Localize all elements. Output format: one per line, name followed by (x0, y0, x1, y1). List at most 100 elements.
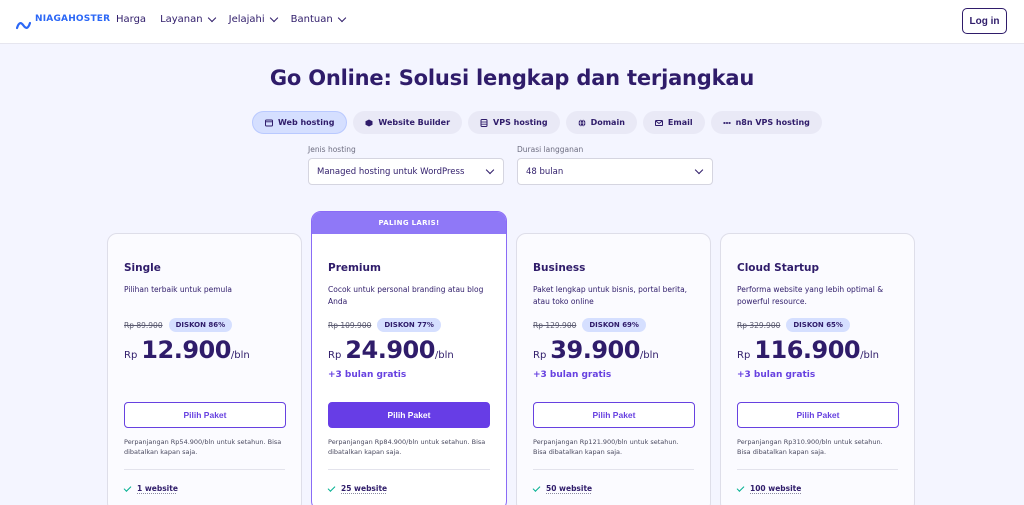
renewal-note: Perpanjangan Rp310.900/bln untuk setahun… (737, 438, 883, 456)
nav-label: Bantuan (290, 14, 333, 25)
bonus-text: +3 bulan gratis (328, 370, 407, 380)
bonus-text: +3 bulan gratis (737, 370, 816, 380)
original-price: Rp 129.900 (533, 320, 577, 330)
nav-jelajahi[interactable]: Jelajahi (228, 13, 278, 25)
feature-item: 50 website (532, 483, 694, 493)
divider (124, 469, 285, 470)
hosting-type-select[interactable]: Managed hosting untuk WordPress (308, 158, 504, 185)
hosting-type-label: Jenis hosting (308, 145, 356, 154)
tab-email[interactable]: Email (642, 111, 705, 134)
original-price-row: Rp 129.900 DISKON 69% (533, 318, 694, 332)
plan-name: Business (533, 262, 586, 274)
original-price: Rp 329.900 (737, 320, 781, 330)
logo-wave-icon (15, 15, 32, 29)
feature-text[interactable]: 1 website (137, 484, 178, 493)
price-period: /bln (639, 350, 659, 361)
feature-item: 100 website (736, 483, 898, 493)
nav-harga[interactable]: Harga (116, 14, 146, 25)
original-price-row: Rp 109.900 DISKON 77% (328, 318, 490, 332)
check-icon (123, 483, 132, 492)
tab-domain[interactable]: Domain (565, 111, 637, 134)
product-tabs: Web hosting Website Builder VPS hosting … (252, 111, 822, 134)
choose-plan-button[interactable]: Pilih Paket (124, 402, 286, 428)
chevron-down-icon (207, 13, 216, 23)
feature-text[interactable]: 25 website (341, 484, 387, 493)
nav-label: Harga (116, 14, 147, 25)
plan-card-cloud-startup: Cloud Startup Performa website yang lebi… (720, 233, 915, 505)
discount-badge: DISKON 69% (582, 318, 646, 332)
top-navigation-bar: NIAGAHOSTER Harga Layanan Jelajahi Bantu… (0, 0, 1024, 44)
login-button[interactable]: Log in (962, 8, 1007, 34)
window-icon (265, 119, 273, 127)
workflow-icon (722, 119, 731, 127)
tab-label: Web hosting (278, 118, 335, 127)
duration-value: 48 bulan (526, 166, 564, 177)
plan-name: Cloud Startup (737, 262, 820, 274)
main-nav: Harga Layanan Jelajahi Bantuan (116, 13, 346, 25)
server-icon (480, 118, 488, 127)
chevron-down-icon (337, 13, 346, 23)
check-icon (327, 483, 336, 492)
feature-text[interactable]: 100 website (750, 484, 801, 493)
plan-description: Performa website yang lebih optimal & po… (737, 285, 884, 306)
price-period: /bln (230, 350, 250, 361)
price-period: /bln (860, 350, 879, 361)
plan-card-business: Business Paket lengkap untuk bisnis, por… (516, 233, 711, 505)
currency: Rp (124, 350, 138, 361)
tab-website-builder[interactable]: Website Builder (353, 111, 463, 134)
renewal-note: Perpanjangan Rp121.900/bln untuk setahun… (533, 438, 679, 456)
cube-icon (365, 119, 373, 127)
renewal-note: Perpanjangan Rp84.900/bln untuk setahun.… (328, 438, 486, 456)
mail-icon (654, 119, 663, 127)
tab-vps-hosting[interactable]: VPS hosting (468, 111, 560, 134)
duration-select[interactable]: 48 bulan (517, 158, 713, 185)
original-price-row: Rp 89.900 DISKON 86% (124, 318, 285, 332)
price-row: Rp 24.900 /bln (328, 336, 490, 364)
choose-plan-button[interactable]: Pilih Paket (737, 402, 899, 428)
plan-description: Paket lengkap untuk bisnis, portal berit… (533, 285, 688, 306)
check-icon (736, 483, 745, 492)
choose-plan-button[interactable]: Pilih Paket (533, 402, 695, 428)
price-row: Rp 39.900 /bln (533, 336, 694, 364)
price-amount: 24.900 (345, 336, 435, 364)
duration-filter: Durasi langganan 48 bulan (517, 145, 713, 185)
plan-description: Pilihan terbaik untuk pemula (124, 285, 232, 294)
plan-card-premium: PALING LARIS! Premium Cocok untuk person… (311, 211, 507, 505)
page-title: Go Online: Solusi lengkap dan terjangkau (269, 66, 755, 90)
original-price-row: Rp 329.900 DISKON 65% (737, 318, 898, 332)
currency: Rp (328, 350, 342, 361)
nav-layanan[interactable]: Layanan (160, 13, 216, 25)
price-amount: 12.900 (141, 336, 231, 364)
discount-badge: DISKON 65% (786, 318, 850, 332)
nav-label: Layanan (160, 14, 203, 25)
price-row: Rp 12.900 /bln (124, 336, 285, 364)
chevron-down-icon (694, 165, 704, 175)
currency: Rp (533, 350, 547, 361)
discount-badge: DISKON 86% (168, 318, 233, 332)
bonus-text (124, 370, 285, 382)
original-price: Rp 109.900 (328, 320, 372, 330)
tab-web-hosting[interactable]: Web hosting (252, 111, 348, 134)
choose-plan-button[interactable]: Pilih Paket (328, 402, 490, 428)
plan-description: Cocok untuk personal branding atau blog … (328, 285, 484, 306)
niagahoster-logo[interactable]: NIAGAHOSTER (15, 14, 110, 29)
tab-label: Website Builder (378, 118, 451, 127)
discount-badge: DISKON 77% (377, 318, 441, 332)
bonus-text: +3 bulan gratis (533, 370, 612, 380)
price-amount: 116.900 (754, 336, 861, 364)
original-price: Rp 89.900 (124, 320, 163, 330)
tab-label: VPS hosting (493, 118, 548, 127)
price-amount: 39.900 (550, 336, 640, 364)
nav-label: Jelajahi (228, 14, 265, 25)
tab-label: Email (667, 118, 693, 127)
feature-item: 1 website (123, 483, 285, 493)
hosting-type-filter: Jenis hosting Managed hosting untuk Word… (308, 145, 504, 185)
feature-text[interactable]: 50 website (546, 484, 592, 493)
tab-n8n-vps-hosting[interactable]: n8n VPS hosting (710, 111, 822, 134)
divider (328, 469, 490, 470)
tab-label: Domain (590, 118, 625, 127)
price-period: /bln (434, 350, 454, 361)
plan-card-single: Single Pilihan terbaik untuk pemula Rp 8… (107, 233, 302, 505)
nav-bantuan[interactable]: Bantuan (290, 13, 346, 25)
plan-name: Premium (328, 262, 381, 274)
